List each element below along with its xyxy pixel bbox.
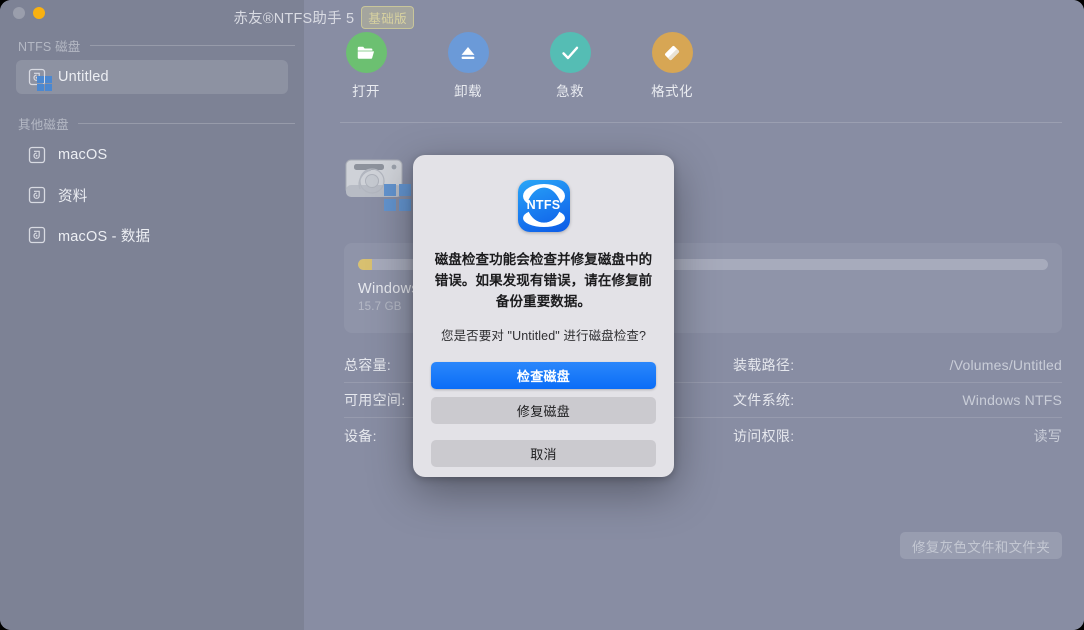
ntfs-app-logo-icon: NTFS [517, 180, 570, 232]
dialog-subtitle: 您是否要对 "Untitled" 进行磁盘检查? [440, 328, 647, 343]
logo-text: NTFS [526, 198, 561, 212]
dialog-title: 磁盘检查功能会检查并修复磁盘中的错误。如果发现有错误，请在修复前备份重要数据。 [434, 252, 653, 309]
repair-disk-button[interactable]: 修复磁盘 [431, 396, 656, 424]
dialog-button-group: 检查磁盘 修复磁盘 取消 [431, 361, 656, 467]
app-window: NTFS 磁盘 Untitled 其他磁盘 macOS 资料 macOS - 数… [0, 0, 1084, 630]
check-disk-button[interactable]: 检查磁盘 [431, 361, 656, 389]
cancel-button[interactable]: 取消 [431, 439, 656, 467]
disk-check-dialog: NTFS 磁盘检查功能会检查并修复磁盘中的错误。如果发现有错误，请在修复前备份重… [413, 155, 674, 477]
